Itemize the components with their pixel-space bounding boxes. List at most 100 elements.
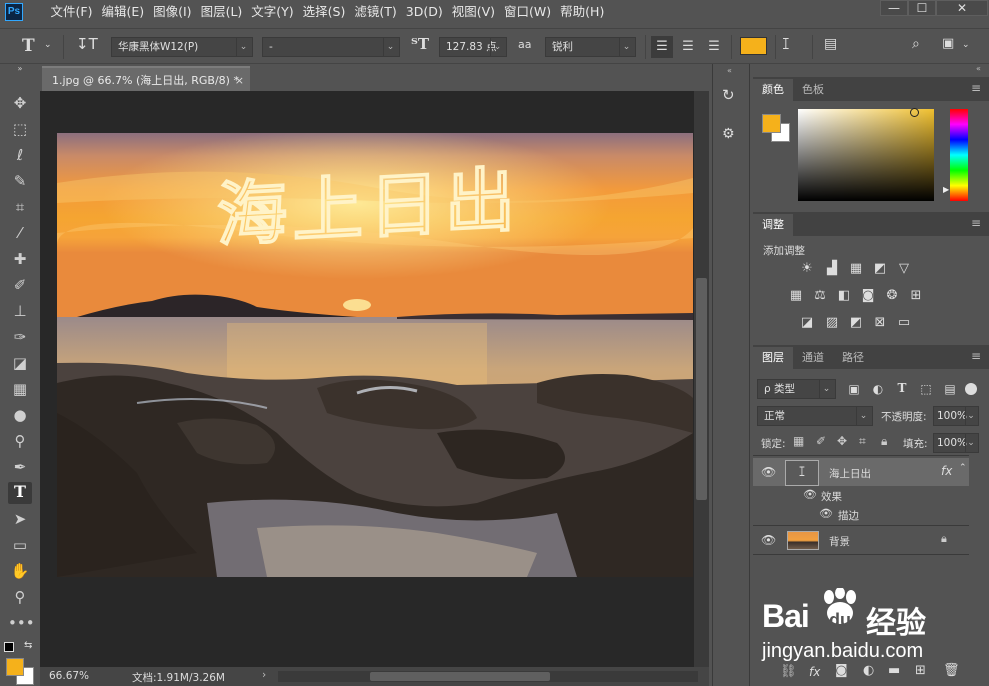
workspace-chevron-icon[interactable]: ⌄ bbox=[962, 40, 970, 50]
tab-adjustments[interactable]: 调整 bbox=[753, 214, 793, 236]
lock-image-icon[interactable]: ✐ bbox=[816, 434, 826, 448]
lock-all-icon[interactable]: 🔒︎ bbox=[881, 434, 887, 449]
default-colors-icon[interactable] bbox=[4, 642, 14, 652]
properties-panel-icon[interactable]: ⚙ bbox=[722, 126, 735, 142]
brush-tool-icon[interactable]: ✐ bbox=[8, 274, 32, 296]
healing-brush-tool-icon[interactable]: ✚ bbox=[8, 248, 32, 270]
eyedropper-tool-icon[interactable]: ⁄ bbox=[8, 222, 32, 244]
eraser-tool-icon[interactable]: ◪ bbox=[8, 352, 32, 374]
document-tab[interactable]: 1.jpg @ 66.7% (海上日出, RGB/8) * × bbox=[42, 66, 250, 91]
tab-layers[interactable]: 图层 bbox=[753, 347, 793, 369]
filter-shape-icon[interactable]: ⬚ bbox=[917, 381, 935, 397]
zoom-level[interactable]: 66.67% bbox=[49, 670, 89, 682]
menu-item[interactable]: 视图(V) bbox=[447, 0, 499, 24]
expand-panels-icon[interactable]: « bbox=[976, 64, 981, 73]
gradient-map-icon[interactable]: ▭ bbox=[895, 315, 913, 331]
search-icon[interactable]: ⌕ bbox=[912, 36, 920, 52]
color-lookup-icon[interactable]: ⊞ bbox=[907, 288, 925, 304]
character-panel-icon[interactable]: ▤ bbox=[824, 36, 837, 52]
hue-saturation-icon[interactable]: ▦ bbox=[787, 288, 805, 304]
antialias-select[interactable]: 锐利 ⌄ bbox=[545, 37, 636, 57]
curves-icon[interactable]: ▦ bbox=[847, 261, 865, 277]
black-white-icon[interactable]: ◧ bbox=[835, 288, 853, 304]
tab-swatches[interactable]: 色板 bbox=[793, 79, 833, 101]
dodge-tool-icon[interactable]: ⚲ bbox=[8, 430, 32, 452]
lock-artboard-icon[interactable]: ⌗ bbox=[859, 434, 866, 449]
maximize-button[interactable]: ☐ bbox=[908, 0, 936, 16]
layer-fx-icon[interactable]: fx bbox=[941, 464, 952, 478]
filter-smart-object-icon[interactable]: ▤ bbox=[941, 381, 959, 397]
toggle-text-orientation-icon[interactable]: ↧T bbox=[76, 35, 98, 53]
color-balance-icon[interactable]: ⚖ bbox=[811, 288, 829, 304]
horizontal-scroll-thumb[interactable] bbox=[370, 672, 550, 681]
hue-slider-handle[interactable]: ▶ bbox=[943, 185, 949, 194]
color-panel-foreground-swatch[interactable] bbox=[762, 114, 781, 133]
lasso-tool-icon[interactable]: ℓ bbox=[8, 144, 32, 166]
tab-color[interactable]: 颜色 bbox=[753, 79, 793, 101]
vibrance-icon[interactable]: ▽ bbox=[895, 261, 913, 277]
effects-eye-icon[interactable]: 👁︎ bbox=[803, 488, 817, 501]
invert-icon[interactable]: ◪ bbox=[798, 315, 816, 331]
menu-item[interactable]: 帮助(H) bbox=[556, 0, 609, 24]
rectangle-tool-icon[interactable]: ▭ bbox=[8, 534, 32, 556]
menu-item[interactable]: 图层(L) bbox=[196, 0, 247, 24]
align-right-icon[interactable]: ☰ bbox=[703, 36, 725, 58]
fill-input[interactable]: 100% ⌄ bbox=[933, 433, 979, 453]
align-left-icon[interactable]: ☰ bbox=[651, 36, 673, 58]
foreground-color-swatch[interactable] bbox=[6, 658, 24, 676]
color-picker-field[interactable] bbox=[798, 109, 934, 201]
align-center-icon[interactable]: ☰ bbox=[677, 36, 699, 58]
font-style-select[interactable]: - ⌄ bbox=[262, 37, 400, 57]
background-visibility-eye-icon[interactable]: 👁︎ bbox=[761, 533, 776, 547]
text-tool-icon[interactable]: T bbox=[22, 36, 35, 56]
selective-color-icon[interactable]: ⊠ bbox=[871, 315, 889, 331]
lock-position-icon[interactable]: ✥ bbox=[837, 434, 847, 448]
menu-item[interactable]: 选择(S) bbox=[298, 0, 350, 24]
exposure-icon[interactable]: ◩ bbox=[871, 261, 889, 277]
stroke-eye-icon[interactable]: 👁︎ bbox=[819, 507, 833, 520]
channel-mixer-icon[interactable]: ❂ bbox=[883, 288, 901, 304]
layer-row-background[interactable]: 👁︎ 背景 🔒︎ bbox=[753, 526, 969, 554]
lock-transparent-icon[interactable]: ▦ bbox=[793, 434, 804, 448]
opacity-input[interactable]: 100% ⌄ bbox=[933, 406, 979, 426]
layer-visibility-eye-icon[interactable]: 👁︎ bbox=[761, 465, 776, 479]
menu-item[interactable]: 3D(D) bbox=[401, 0, 447, 24]
layer-collapse-icon[interactable]: ⌃ bbox=[959, 463, 967, 473]
color-picker-cursor[interactable] bbox=[910, 108, 919, 117]
marquee-tool-icon[interactable]: ⬚ bbox=[8, 118, 32, 140]
close-tab-icon[interactable]: × bbox=[235, 68, 244, 93]
menu-item[interactable]: 图像(I) bbox=[149, 0, 196, 24]
threshold-icon[interactable]: ◩ bbox=[847, 315, 865, 331]
tab-channels[interactable]: 通道 bbox=[793, 347, 833, 369]
type-tool-icon[interactable]: T bbox=[8, 482, 32, 504]
hue-slider[interactable] bbox=[950, 109, 968, 201]
filter-pixel-icon[interactable]: ▣ bbox=[845, 381, 863, 397]
workspace-icon[interactable]: ▣ bbox=[942, 36, 954, 51]
quick-selection-tool-icon[interactable]: ✎ bbox=[8, 170, 32, 192]
canvas-text-layer[interactable]: 海上日出 bbox=[216, 158, 521, 257]
filter-toggle[interactable] bbox=[965, 383, 977, 395]
history-panel-icon[interactable]: ↻ bbox=[722, 86, 735, 104]
collapse-toolbar-icon[interactable]: » bbox=[8, 64, 32, 74]
hand-tool-icon[interactable]: ✋ bbox=[8, 560, 32, 582]
move-tool-icon[interactable]: ✥ bbox=[8, 92, 32, 114]
filter-type-icon[interactable]: T bbox=[893, 381, 911, 397]
font-family-select[interactable]: 华康黑体W12(P) ⌄ bbox=[111, 37, 253, 57]
tool-preset-chevron-icon[interactable]: ⌄ bbox=[44, 40, 52, 50]
layer-name[interactable]: 海上日出 bbox=[829, 466, 871, 481]
vertical-scroll-thumb[interactable] bbox=[696, 278, 707, 500]
warp-text-icon[interactable]: ꕯ bbox=[782, 35, 790, 53]
font-size-select[interactable]: 127.83 点 ⌄ bbox=[439, 37, 507, 57]
zoom-tool-icon[interactable]: ⚲ bbox=[8, 586, 32, 608]
collapse-strip-icon[interactable]: « bbox=[727, 66, 732, 75]
edit-toolbar-icon[interactable]: ••• bbox=[8, 612, 35, 634]
minimize-button[interactable]: — bbox=[880, 0, 908, 16]
blend-mode-select[interactable]: 正常 ⌄ bbox=[757, 406, 873, 426]
status-menu-arrow-icon[interactable]: › bbox=[262, 669, 266, 681]
effects-row[interactable]: 👁︎ 效果 bbox=[753, 486, 969, 505]
layer-row-text[interactable]: 👁︎ ꕯ 海上日出 fx ⌃ bbox=[753, 458, 969, 486]
document-image[interactable]: 海上日出 bbox=[57, 133, 693, 577]
photo-filter-icon[interactable]: ◙ bbox=[859, 288, 877, 304]
menu-item[interactable]: 滤镜(T) bbox=[350, 0, 401, 24]
adjustments-menu-icon[interactable]: ≡ bbox=[971, 216, 981, 230]
